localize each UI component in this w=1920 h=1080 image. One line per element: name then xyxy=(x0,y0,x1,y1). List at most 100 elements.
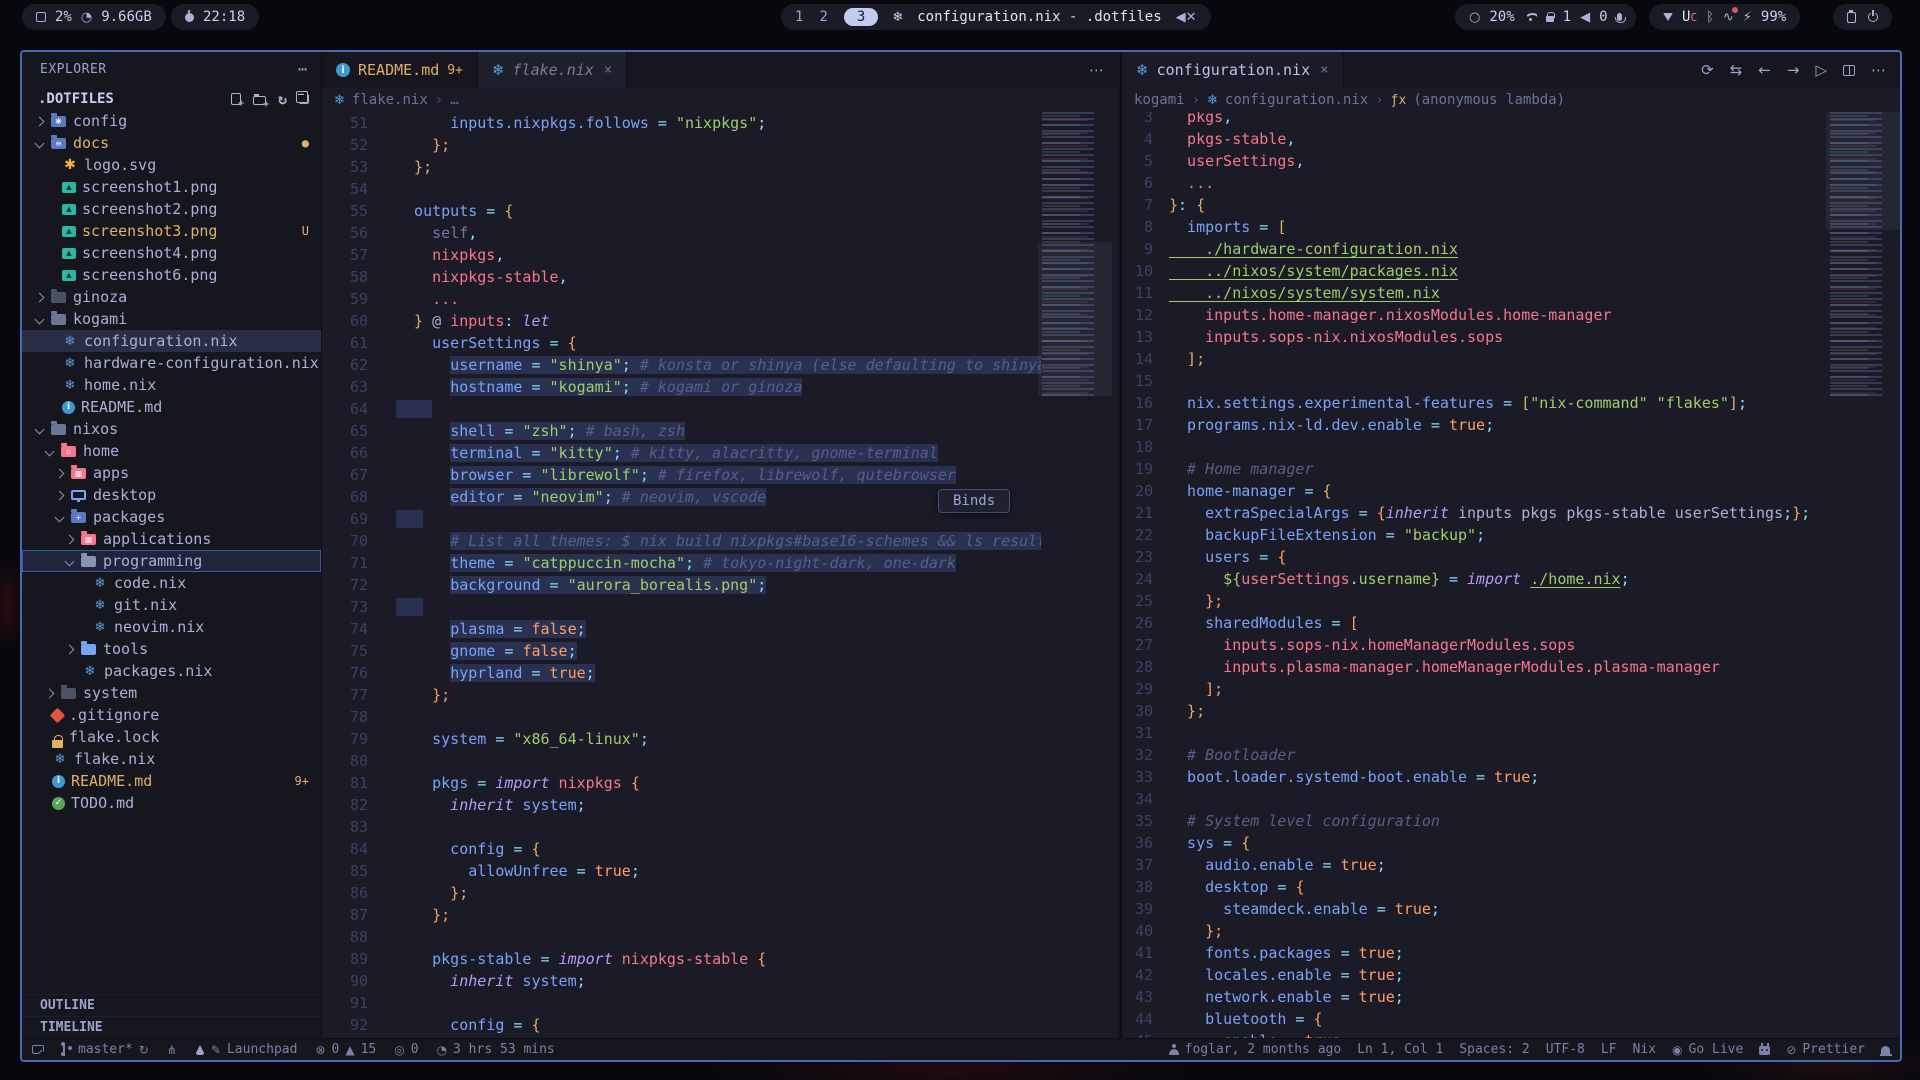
code-line[interactable]: 13 inputs.sops-nix.nixosModules.sops xyxy=(1122,326,1860,348)
code-line[interactable]: 63 hostname = "kogami"; # kogami or gino… xyxy=(322,376,1041,398)
breadcrumb-folder[interactable]: kogami xyxy=(1134,92,1185,108)
code-line[interactable]: 36 sys = { xyxy=(1122,832,1860,854)
breadcrumb-symbol[interactable]: … xyxy=(450,92,458,108)
code-line[interactable]: 87 }; xyxy=(322,904,1041,926)
time-tracker-item[interactable]: ◔ 3 hrs 53 mins xyxy=(437,1042,555,1057)
breadcrumb-file[interactable]: configuration.nix xyxy=(1225,92,1368,108)
history-icon[interactable]: ⟳ xyxy=(1701,61,1714,79)
tree-item-screenshot4-png[interactable]: ▲screenshot4.png xyxy=(22,242,321,264)
tree-item-screenshot1-png[interactable]: ▲screenshot1.png xyxy=(22,176,321,198)
tab-readme[interactable]: i README.md 9+ xyxy=(322,52,478,88)
code-line[interactable]: 52 }; xyxy=(322,134,1041,156)
code-line[interactable]: 22 backupFileExtension = "backup"; xyxy=(1122,524,1860,546)
code-line[interactable]: 6 ... xyxy=(1122,172,1860,194)
split-editor-icon[interactable] xyxy=(1843,65,1855,76)
git-graph-icon[interactable]: ⋔ xyxy=(167,1043,177,1057)
code-line[interactable]: 32 # Bootloader xyxy=(1122,744,1860,766)
speaker-icon[interactable]: ◀ xyxy=(1580,10,1590,25)
code-line[interactable]: 20 home-manager = { xyxy=(1122,480,1860,502)
workspace-3-active[interactable]: 3 xyxy=(844,8,878,26)
indentation[interactable]: Spaces: 2 xyxy=(1459,1042,1529,1057)
code-line[interactable]: 11 ../nixos/system/system.nix xyxy=(1122,282,1860,304)
new-folder-icon[interactable] xyxy=(253,96,266,105)
code-line[interactable]: 64 xyxy=(322,398,1041,420)
code-line[interactable]: 77 }; xyxy=(322,684,1041,706)
bluetooth-icon[interactable]: ᛒ xyxy=(1706,10,1714,25)
code-line[interactable]: 89 pkgs-stable = import nixpkgs-stable { xyxy=(322,948,1041,970)
outline-section[interactable]: OUTLINE xyxy=(22,994,321,1016)
code-line[interactable]: 34 xyxy=(1122,788,1860,810)
tree-item-git-nix[interactable]: ❄git.nix xyxy=(22,594,321,616)
code-line[interactable]: 82 inherit system; xyxy=(322,794,1041,816)
code-line[interactable]: 29 ]; xyxy=(1122,678,1860,700)
code-line[interactable]: 35 # System level configuration xyxy=(1122,810,1860,832)
tree-item-flake-lock[interactable]: flake.lock xyxy=(22,726,321,748)
code-line[interactable]: 44 bluetooth = { xyxy=(1122,1008,1860,1030)
code-line[interactable]: 8 imports = [ xyxy=(1122,216,1860,238)
code-line[interactable]: 65 shell = "zsh"; # bash, zsh xyxy=(322,420,1041,442)
code-line[interactable]: 16 nix.settings.experimental-features = … xyxy=(1122,392,1860,414)
open-changes-icon[interactable]: ⇆ xyxy=(1730,61,1743,79)
code-line[interactable]: 43 network.enable = true; xyxy=(1122,986,1860,1008)
code-line[interactable]: 25 }; xyxy=(1122,590,1860,612)
tree-item-docs[interactable]: ≡docs● xyxy=(22,132,321,154)
tree-item-tools[interactable]: tools xyxy=(22,638,321,660)
code-line[interactable]: 69 xyxy=(322,508,1041,530)
code-line[interactable]: 31 xyxy=(1122,722,1860,744)
workspace-root-folder[interactable]: .DOTFILES ↻ xyxy=(22,88,321,110)
code-line[interactable]: 18 xyxy=(1122,436,1860,458)
tree-item-system[interactable]: system xyxy=(22,682,321,704)
code-line[interactable]: 84 config = { xyxy=(322,838,1041,860)
code-line[interactable]: 41 fonts.packages = true; xyxy=(1122,942,1860,964)
copilot-item[interactable] xyxy=(1759,1044,1770,1055)
code-line[interactable]: 42 locales.enable = true; xyxy=(1122,964,1860,986)
code-line[interactable]: 54 xyxy=(322,178,1041,200)
code-line[interactable]: 80 xyxy=(322,750,1041,772)
code-line[interactable]: 78 xyxy=(322,706,1041,728)
tree-item-nixos[interactable]: nixos xyxy=(22,418,321,440)
tree-item-screenshot6-png[interactable]: ▲screenshot6.png xyxy=(22,264,321,286)
code-line[interactable]: 9 ./hardware-configuration.nix xyxy=(1122,238,1860,260)
tree-item-flake-nix[interactable]: ❄flake.nix xyxy=(22,748,321,770)
notifications-item[interactable] xyxy=(1881,1045,1890,1054)
code-line[interactable]: 71 theme = "catppuccin-mocha"; # tokyo-n… xyxy=(322,552,1041,574)
cursor-position[interactable]: Ln 1, Col 1 xyxy=(1357,1042,1443,1057)
code-editor-configuration[interactable]: 3 pkgs,4 pkgs-stable,5 userSettings,6 ..… xyxy=(1122,112,1860,1038)
mute-icon[interactable]: ◀✕ xyxy=(1176,10,1197,25)
close-tab-icon[interactable]: × xyxy=(1320,62,1328,78)
code-editor-flake[interactable]: 51 inputs.nixpkgs.follows = "nixpkgs";52… xyxy=(322,112,1041,1038)
tree-item-screenshot3-png[interactable]: ▲screenshot3.pngU xyxy=(22,220,321,242)
code-line[interactable]: 68 editor = "neovim"; # neovim, vscode xyxy=(322,486,1041,508)
tree-item-configuration-nix[interactable]: ❄configuration.nix xyxy=(22,330,321,352)
code-line[interactable]: 83 xyxy=(322,816,1041,838)
tree-item-todo-md[interactable]: ✓TODO.md xyxy=(22,792,321,814)
code-line[interactable]: 55 outputs = { xyxy=(322,200,1041,222)
code-line[interactable]: 53 }; xyxy=(322,156,1041,178)
code-line[interactable]: 27 inputs.sops-nix.homeManagerModules.so… xyxy=(1122,634,1860,656)
clipboard-icon[interactable] xyxy=(1847,12,1856,23)
remote-indicator[interactable] xyxy=(32,1045,44,1054)
tree-item-kogami[interactable]: kogami xyxy=(22,308,321,330)
encoding[interactable]: UTF-8 xyxy=(1546,1042,1585,1057)
workspace-2[interactable]: 2 xyxy=(819,9,827,25)
code-line[interactable]: 74 plasma = false; xyxy=(322,618,1041,640)
launchpad-item[interactable]: ✎ Launchpad xyxy=(195,1042,298,1057)
code-line[interactable]: 28 inputs.plasma-manager.homeManagerModu… xyxy=(1122,656,1860,678)
code-line[interactable]: 67 browser = "librewolf"; # firefox, lib… xyxy=(322,464,1041,486)
forward-icon[interactable]: → xyxy=(1787,61,1800,79)
code-line[interactable]: 37 audio.enable = true; xyxy=(1122,854,1860,876)
sync-icon[interactable]: ↻ xyxy=(139,1043,149,1057)
tab-configuration-nix[interactable]: ❄ configuration.nix × xyxy=(1122,52,1344,88)
git-branch-item[interactable]: master* ↻ xyxy=(62,1042,149,1057)
minimap[interactable] xyxy=(1830,112,1894,396)
code-line[interactable]: 3 pkgs, xyxy=(1122,112,1860,128)
code-line[interactable]: 91 xyxy=(322,992,1041,1014)
tree-item-apps[interactable]: ▦apps xyxy=(22,462,321,484)
code-line[interactable]: 70 # List all themes: $ nix build nixpkg… xyxy=(322,530,1041,552)
tree-item-neovim-nix[interactable]: ❄neovim.nix xyxy=(22,616,321,638)
tree-item-home[interactable]: ⌂home xyxy=(22,440,321,462)
new-file-icon[interactable] xyxy=(231,93,241,105)
code-line[interactable]: 58 nixpkgs-stable, xyxy=(322,266,1041,288)
refresh-explorer-icon[interactable]: ↻ xyxy=(278,94,287,104)
lock-icon[interactable] xyxy=(1546,16,1554,22)
